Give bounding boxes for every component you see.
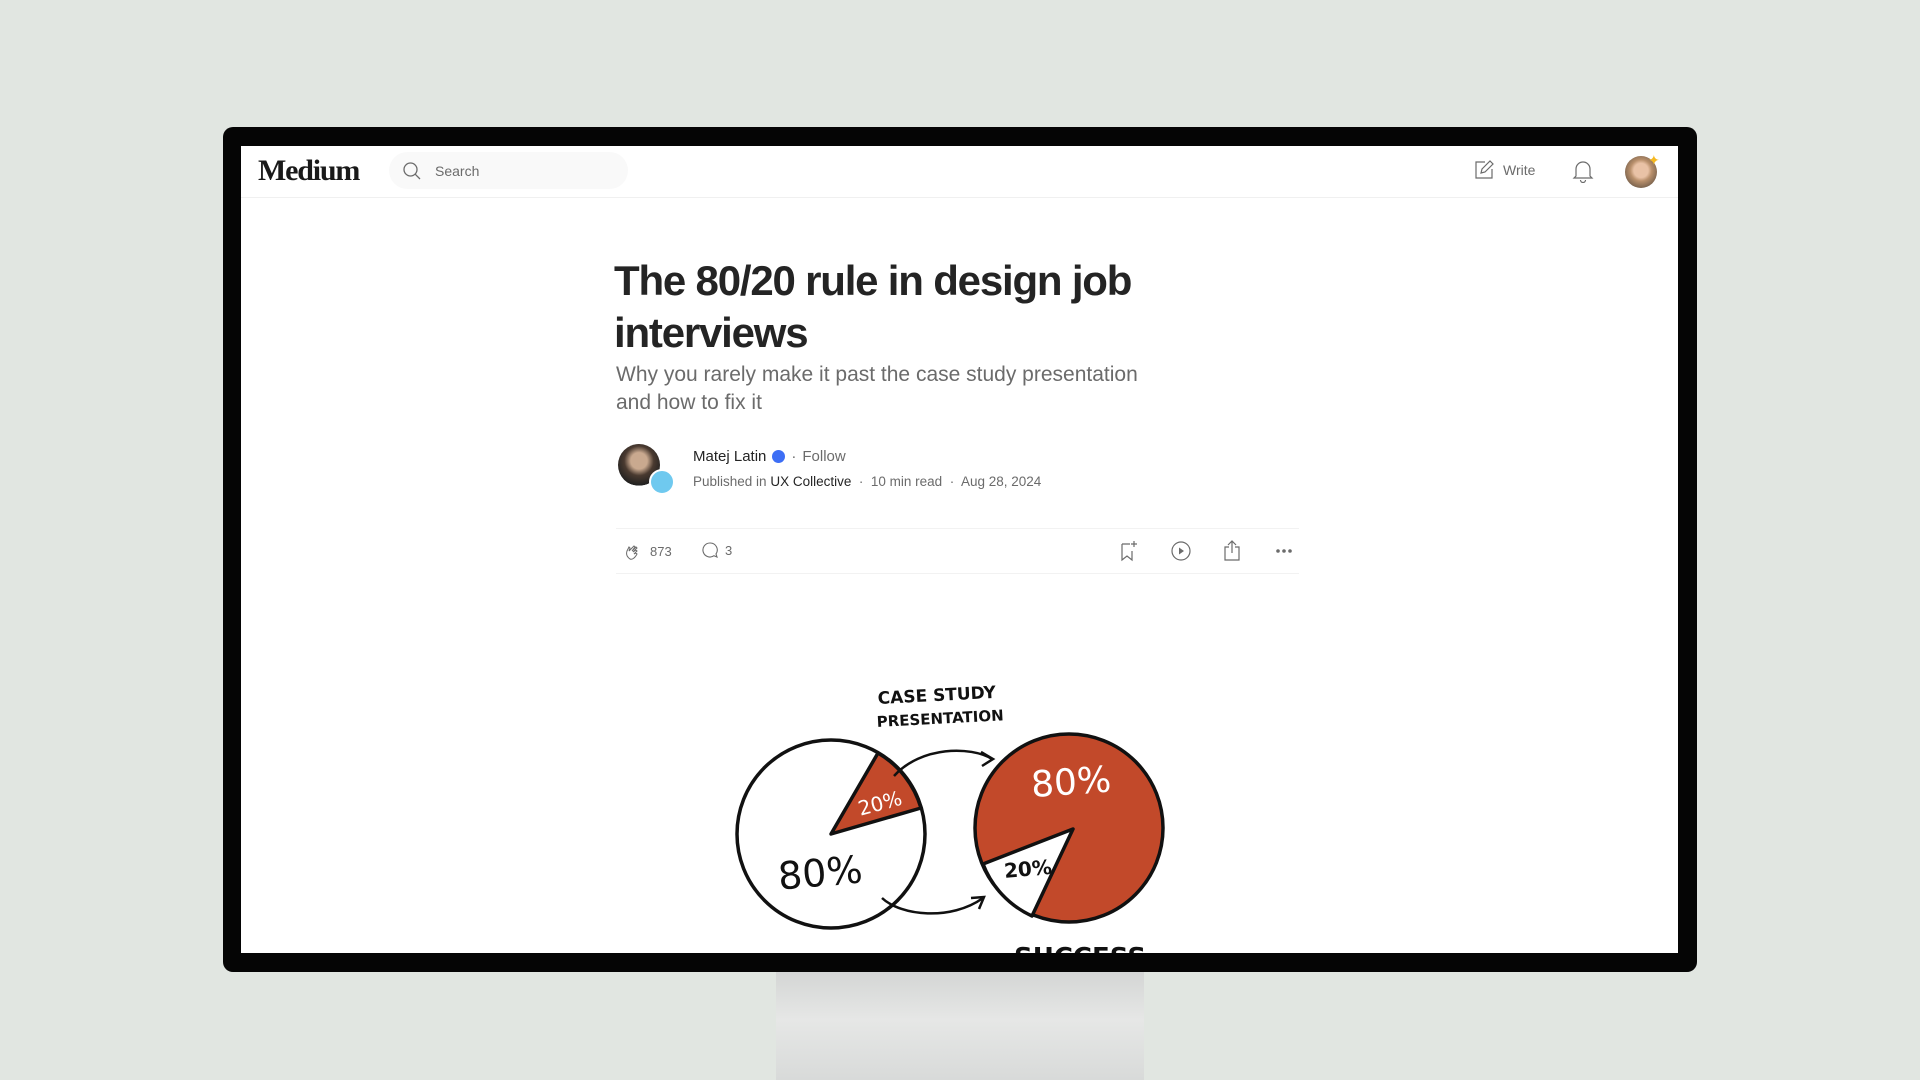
browser-screen: Medium Search Write ✦ The 80/20 rule in …	[241, 146, 1678, 953]
top-arrow	[893, 749, 993, 777]
right-large-value: 80%	[1030, 759, 1113, 805]
monitor-stand	[776, 960, 1144, 1080]
article-illustration: CASE STUDY PRESENTATION 20% 80% 80% 20% …	[735, 683, 1165, 953]
label-success: SUCCESS	[1014, 943, 1146, 953]
top-arrow-head	[980, 750, 996, 768]
left-large-value: 80%	[776, 847, 864, 898]
right-small-value: 20%	[1003, 855, 1053, 883]
label-case-study: CASE STUDY	[877, 683, 997, 709]
label-presentation: PRESENTATION	[876, 706, 1004, 731]
